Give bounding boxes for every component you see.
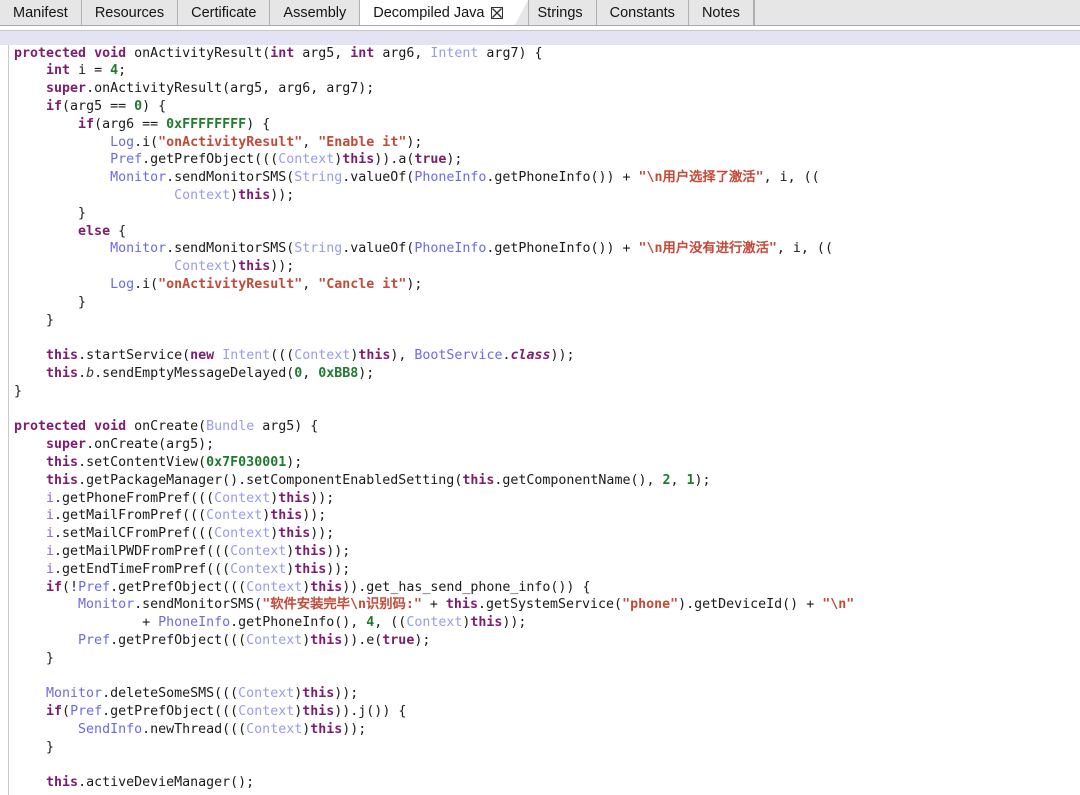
code-line: this.activeDevieManager(); [46, 775, 255, 791]
code-line: protected void onCreate(Bundle arg5) { [14, 419, 319, 435]
code-line: } [14, 294, 87, 310]
tab-certificate[interactable]: Certificate [178, 0, 271, 25]
code-line: if(!Pref.getPrefObject(((Context)this)).… [46, 579, 591, 595]
tab-label: Resources [94, 4, 165, 21]
code-line: Log.i("onActivityResult", "Enable it"); [110, 134, 423, 150]
tab-notes[interactable]: Notes [688, 0, 754, 25]
code-line: Monitor.sendMonitorSMS(String.valueOf(Ph… [110, 241, 833, 257]
tab-label: Constants [609, 4, 675, 21]
decompiled-java-source[interactable]: } protected void onActivityResult(int ar… [0, 31, 1080, 792]
tab-label: Strings [537, 4, 583, 21]
code-line: this.setContentView(0x7F030001); [46, 454, 303, 470]
code-line: } [14, 650, 55, 666]
tab-decompiled-java[interactable]: Decompiled Java [359, 0, 529, 25]
code-line: Monitor.deleteSomeSMS(((Context)this)); [46, 686, 359, 702]
code-line: super.onActivityResult(arg5, arg6, arg7)… [46, 81, 375, 97]
code-line: i.setMailCFromPref(((Context)this)); [46, 526, 335, 542]
code-line: protected void onActivityResult(int arg5… [14, 45, 543, 61]
code-line [0, 31, 1080, 45]
code-line: } [14, 205, 87, 221]
tab-manifest[interactable]: Manifest [0, 0, 82, 25]
code-line: int i = 4; [46, 63, 127, 79]
tab-label: Decompiled Java [373, 4, 485, 21]
tab-assembly[interactable]: Assembly [270, 0, 361, 25]
tab-label: Certificate [191, 4, 257, 21]
code-line: } [14, 739, 55, 755]
code-line: i.getMailPWDFromPref(((Context)this)); [46, 543, 351, 559]
tab-label: Notes [701, 4, 740, 21]
code-line: i.getMailFromPref(((Context)this)); [46, 508, 327, 524]
code-line: Context)this)); [174, 259, 295, 275]
code-line: if(arg5 == 0) { [46, 98, 167, 114]
tab-label: Manifest [13, 4, 68, 21]
code-line: } [14, 383, 23, 399]
tab-constants[interactable]: Constants [596, 0, 689, 25]
code-line: else { [78, 223, 127, 239]
code-line: i.getEndTimeFromPref(((Context)this)); [46, 561, 351, 577]
code-editor-pane[interactable]: } protected void onActivityResult(int ar… [0, 31, 1080, 795]
code-line: this.b.sendEmptyMessageDelayed(0, 0xBB8)… [46, 365, 375, 381]
close-icon[interactable] [490, 6, 503, 19]
code-line: Monitor.sendMonitorSMS(String.valueOf(Ph… [110, 170, 820, 186]
code-line: this.startService(new Intent(((Context)t… [46, 348, 575, 364]
code-line: this.getPackageManager().setComponentEna… [46, 472, 711, 488]
code-line: Pref.getPrefObject(((Context)this)).a(tr… [110, 152, 463, 168]
code-line: i.getPhoneFromPref(((Context)this)); [46, 490, 335, 506]
code-line: if(arg6 == 0xFFFFFFFF) { [78, 116, 271, 132]
code-line: } [14, 312, 55, 328]
code-line: Pref.getPrefObject(((Context)this)).e(tr… [78, 632, 431, 648]
code-line: SendInfo.newThread(((Context)this)); [78, 721, 367, 737]
code-line: Context)this)); [174, 187, 295, 203]
tab-resources[interactable]: Resources [81, 0, 179, 25]
code-line: if(Pref.getPrefObject(((Context)this)).j… [46, 704, 407, 720]
tab-strings[interactable]: Strings [515, 0, 597, 25]
tab-bar-empty-area [753, 0, 1080, 25]
editor-tab-bar: Manifest Resources Certificate Assembly … [0, 0, 1080, 26]
code-line: Log.i("onActivityResult", "Cancle it"); [110, 276, 423, 292]
code-line: super.onCreate(arg5); [46, 437, 215, 453]
code-line: Monitor.sendMonitorSMS("软件安装完毕\n识别码:" + … [78, 597, 855, 613]
code-line: + PhoneInfo.getPhoneInfo(), 4, ((Context… [14, 615, 527, 631]
tab-label: Assembly [283, 4, 347, 21]
